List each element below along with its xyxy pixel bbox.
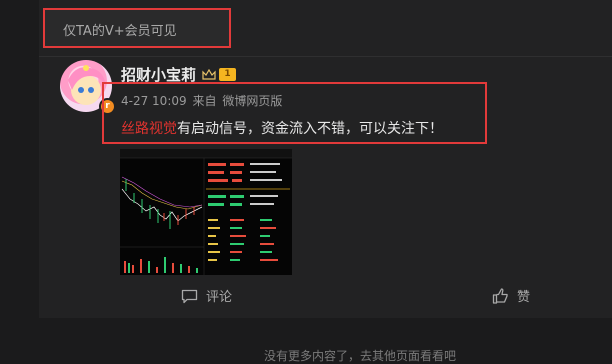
thumbs-up-icon <box>492 288 508 304</box>
vip-only-label: 仅TA的V+会员可见 <box>63 24 177 39</box>
post-meta: 4-27 10:09 来自 微博网页版 <box>121 92 282 109</box>
post-body: 有启动信号，资金流入不错，可以关注下！ <box>177 121 443 137</box>
comment-button[interactable]: 评论 <box>181 286 232 305</box>
post-image[interactable] <box>120 149 292 275</box>
source-prefix: 来自 <box>192 94 217 108</box>
like-label: 赞 <box>517 290 531 305</box>
like-button[interactable]: 赞 <box>492 286 530 305</box>
vip-only-notice: 仅TA的V+会员可见 <box>43 8 231 48</box>
comment-label: 评论 <box>206 290 233 305</box>
post-time[interactable]: 4-27 10:09 <box>121 94 187 108</box>
comment-icon <box>181 289 198 304</box>
topic-link[interactable]: 丝路视觉 <box>121 121 177 137</box>
divider <box>39 56 612 57</box>
post-source[interactable]: 微博网页版 <box>222 94 282 108</box>
stock-chart-thumbnail <box>120 149 292 275</box>
post-text: 丝路视觉有启动信号，资金流入不错，可以关注下！ <box>121 118 443 138</box>
crown-icon[interactable] <box>202 69 216 80</box>
level-badge[interactable]: 1 <box>219 68 236 81</box>
